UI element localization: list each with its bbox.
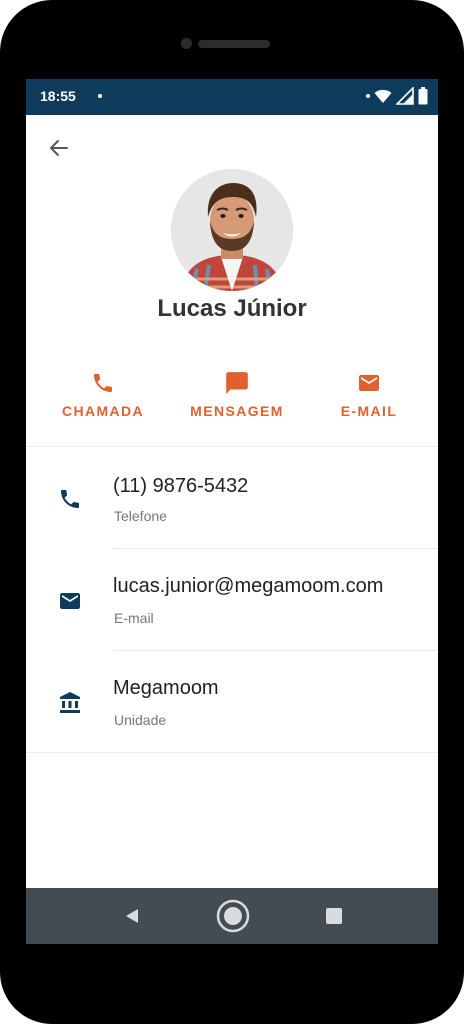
notification-dot <box>98 94 102 98</box>
email-label: E-mail <box>114 610 154 626</box>
message-action-label: MENSAGEM <box>190 403 284 419</box>
status-bar: 18:55 <box>26 79 438 115</box>
email-icon <box>60 593 80 609</box>
cell-signal-icon <box>396 87 414 105</box>
battery-icon <box>418 87 428 105</box>
phone-frame: 18:55 Lucas Júnior CHAMADA MENSAGEM E-MA… <box>0 0 464 1024</box>
unit-label: Unidade <box>114 712 167 728</box>
nav-home-button[interactable] <box>215 898 251 934</box>
triangle-back-icon <box>126 909 138 923</box>
circle-home-icon <box>216 899 250 933</box>
email-address: lucas.junior@megamoom.com <box>113 575 384 597</box>
row-divider <box>26 752 438 753</box>
detail-row-email[interactable]: lucas.junior@megamoom.com E-mail <box>26 549 438 649</box>
phone-number: (11) 9876-5432 <box>113 475 249 497</box>
phone-icon <box>61 490 79 508</box>
status-indicator-dot <box>366 94 370 98</box>
avatar <box>171 169 293 291</box>
front-camera <box>181 38 192 49</box>
email-action-label: E-MAIL <box>340 403 398 419</box>
detail-row-phone[interactable]: (11) 9876-5432 Telefone <box>26 447 438 547</box>
system-nav-bar <box>26 888 438 944</box>
arrow-left-icon <box>50 140 68 156</box>
detail-row-unit[interactable]: Megamoom Unidade <box>26 651 438 751</box>
screen: 18:55 Lucas Júnior CHAMADA MENSAGEM E-MA… <box>26 79 438 944</box>
nav-recents-button[interactable] <box>316 898 352 934</box>
nav-back-button[interactable] <box>114 898 150 934</box>
phone-label: Telefone <box>114 508 167 524</box>
message-action-button[interactable]: MENSAGEM <box>177 369 297 419</box>
call-action-button[interactable]: CHAMADA <box>43 369 163 419</box>
status-icons <box>366 86 428 106</box>
email-icon <box>359 375 379 391</box>
contact-photo <box>171 169 293 291</box>
wifi-icon <box>374 89 392 103</box>
contact-name: Lucas Júnior <box>157 295 307 322</box>
email-action-button[interactable]: E-MAIL <box>309 369 429 419</box>
phone-icon <box>94 374 112 392</box>
square-recents-icon <box>326 908 342 924</box>
unit-name: Megamoom <box>113 677 219 699</box>
earpiece-speaker <box>198 40 270 48</box>
message-icon <box>226 372 248 394</box>
call-action-label: CHAMADA <box>61 403 145 419</box>
bank-icon <box>60 692 80 713</box>
back-button[interactable] <box>44 135 74 161</box>
status-time: 18:55 <box>40 88 76 104</box>
